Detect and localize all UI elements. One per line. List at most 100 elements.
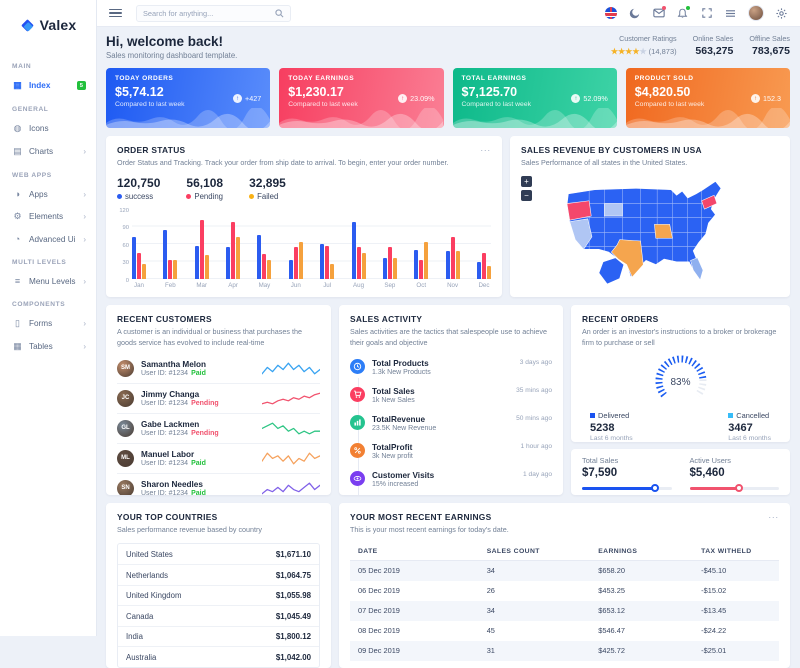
bar-pending bbox=[388, 247, 392, 279]
card-description: Sales activities are the tactics that sa… bbox=[350, 327, 552, 349]
legend-dot bbox=[186, 194, 191, 199]
bar-pending bbox=[294, 247, 298, 279]
notifications-bell-icon[interactable] bbox=[676, 7, 689, 20]
grid-menu-icon[interactable] bbox=[724, 7, 737, 20]
card-title: RECENT ORDERS bbox=[582, 314, 779, 324]
sidebar-item-menu-levels[interactable]: ≡ Menu Levels › bbox=[0, 270, 96, 292]
forms-icon: ▯ bbox=[12, 318, 23, 329]
dark-mode-icon[interactable] bbox=[628, 7, 641, 20]
section-label-general: GENERAL bbox=[0, 97, 96, 117]
search-input[interactable] bbox=[143, 9, 275, 18]
recent-customers-card: RECENT CUSTOMERS A customer is an indivi… bbox=[106, 305, 331, 495]
bar-pending bbox=[200, 220, 204, 278]
bar-success bbox=[320, 244, 324, 279]
stat-card-total-earnings: TOTAL EARNINGS $7,125.70 Compared to las… bbox=[453, 68, 617, 128]
search-box[interactable] bbox=[136, 5, 291, 22]
language-flag-icon[interactable] bbox=[604, 7, 617, 20]
advanced-ui-icon: ◔ bbox=[12, 234, 23, 244]
slider-knob[interactable] bbox=[651, 484, 659, 492]
activity-time: 35 mins ago bbox=[516, 387, 552, 404]
state-missouri bbox=[654, 224, 672, 238]
customer-row[interactable]: JC Jimmy Changa User ID: #1234Pending bbox=[117, 383, 320, 413]
rating-count: (14,873) bbox=[649, 47, 677, 56]
bar-success bbox=[477, 262, 481, 278]
arrow-up-icon: ↑ bbox=[751, 94, 760, 103]
recent-earnings-card: YOUR MOST RECENT EARNINGS ... This is yo… bbox=[339, 503, 790, 668]
sales-sliders-card: Total Sales $7,590 Active Users $5,460 bbox=[571, 449, 790, 495]
country-row: India$1,800.12 bbox=[118, 626, 319, 647]
user-avatar[interactable] bbox=[748, 5, 764, 21]
bar-pending bbox=[262, 254, 266, 279]
bar-success bbox=[383, 258, 387, 278]
sidebar-item-advanced-ui[interactable]: ◔ Advanced Ui › bbox=[0, 228, 96, 250]
slider-knob[interactable] bbox=[735, 484, 743, 492]
area-sparkline bbox=[626, 108, 790, 128]
sidebar-item-icons[interactable]: ◍ Icons bbox=[0, 117, 96, 140]
activity-row[interactable]: Total Products1.3k New Products 3 days a… bbox=[350, 354, 552, 382]
sidebar-toggle-icon[interactable] bbox=[109, 9, 122, 18]
customer-row[interactable]: SM Samantha Melon User ID: #1234Paid bbox=[117, 354, 320, 383]
status-badge: Paid bbox=[191, 490, 206, 495]
star-icon: ★ bbox=[640, 47, 647, 56]
table-row: 07 Dec 201934$653.12-$13.45 bbox=[350, 601, 779, 621]
legend-dot bbox=[117, 194, 122, 199]
bar-success bbox=[226, 247, 230, 279]
bar-group bbox=[383, 209, 397, 279]
customer-row[interactable]: GL Gabe Lackmen User ID: #1234Pending bbox=[117, 413, 320, 443]
map-zoom-out-button[interactable]: − bbox=[521, 190, 532, 201]
app-logo[interactable]: Valex bbox=[0, 0, 96, 50]
customer-row[interactable]: ML Manuel Labor User ID: #1234Paid bbox=[117, 443, 320, 473]
status-badge: Pending bbox=[191, 430, 219, 437]
legend-square bbox=[728, 413, 733, 418]
activity-row[interactable]: TotalRevenue23.5K New Revenue 50 mins ag… bbox=[350, 410, 552, 438]
card-description: An order is an investor's instructions t… bbox=[582, 327, 779, 349]
activity-row[interactable]: TotalProfit3k New profit 1 hour ago bbox=[350, 438, 552, 466]
card-menu-dots[interactable]: ... bbox=[768, 510, 779, 520]
bar-group bbox=[163, 209, 177, 279]
map-zoom-in-button[interactable]: + bbox=[521, 176, 532, 187]
legend-dot bbox=[249, 194, 254, 199]
sidebar-item-charts[interactable]: ▤ Charts › bbox=[0, 140, 96, 163]
bar-group bbox=[257, 209, 271, 279]
settings-gear-icon[interactable] bbox=[775, 7, 788, 20]
state-wyoming bbox=[604, 203, 622, 215]
bar-success bbox=[352, 222, 356, 279]
star-icon: ★ bbox=[632, 47, 639, 56]
elements-icon: ⚙ bbox=[12, 211, 23, 222]
star-icon: ★ bbox=[611, 47, 618, 56]
bar-pending bbox=[137, 253, 141, 279]
sidebar-item-tables[interactable]: ▦ Tables › bbox=[0, 335, 96, 358]
fullscreen-icon[interactable] bbox=[700, 7, 713, 20]
sidebar-item-index[interactable]: ▦ Index 5 bbox=[0, 74, 96, 97]
usa-map-card: SALES REVENUE BY CUSTOMERS IN USA Sales … bbox=[510, 136, 790, 297]
card-title: YOUR TOP COUNTRIES bbox=[117, 512, 320, 522]
column-header: DATE bbox=[350, 543, 479, 561]
earnings-table: DATE SALES COUNT EARNINGS TAX WITHELD 05… bbox=[350, 543, 779, 661]
table-row: 08 Dec 201945$546.47-$24.22 bbox=[350, 621, 779, 641]
sidebar-item-forms[interactable]: ▯ Forms › bbox=[0, 312, 96, 335]
sidebar-item-elements[interactable]: ⚙ Elements › bbox=[0, 205, 96, 228]
activity-row[interactable]: Customer Visits15% increased 1 day ago bbox=[350, 466, 552, 494]
usa-map[interactable] bbox=[560, 173, 740, 291]
search-icon bbox=[275, 9, 284, 18]
card-menu-dots[interactable]: ... bbox=[480, 143, 491, 153]
bar-group bbox=[132, 209, 146, 279]
chevron-right-icon: › bbox=[83, 190, 86, 199]
status-badge: Paid bbox=[191, 370, 206, 377]
activity-time: 1 hour ago bbox=[520, 443, 552, 460]
activity-row[interactable]: Customer Reviews1.5k reviews 1 day ago bbox=[350, 494, 552, 495]
chevron-right-icon: › bbox=[83, 212, 86, 221]
bar-success bbox=[132, 237, 136, 279]
sidebar-item-apps[interactable]: ◑ Apps › bbox=[0, 183, 96, 205]
page-title: Hi, welcome back! bbox=[106, 34, 237, 49]
bar-pending bbox=[482, 253, 486, 279]
chevron-right-icon: › bbox=[83, 342, 86, 351]
customer-row[interactable]: SN Sharon Needles User ID: #1234Paid bbox=[117, 473, 320, 495]
state-alaska bbox=[599, 257, 624, 283]
activity-row[interactable]: Total Sales1k New Sales 35 mins ago bbox=[350, 382, 552, 410]
bar-success bbox=[163, 230, 167, 279]
order-status-card: ORDER STATUS ... Order Status and Tracki… bbox=[106, 136, 502, 297]
star-rating: ★★★★★ bbox=[611, 45, 647, 57]
messages-icon[interactable] bbox=[652, 7, 665, 20]
stat-card-today-orders: TODAY ORDERS $5,74.12 Compared to last w… bbox=[106, 68, 270, 128]
